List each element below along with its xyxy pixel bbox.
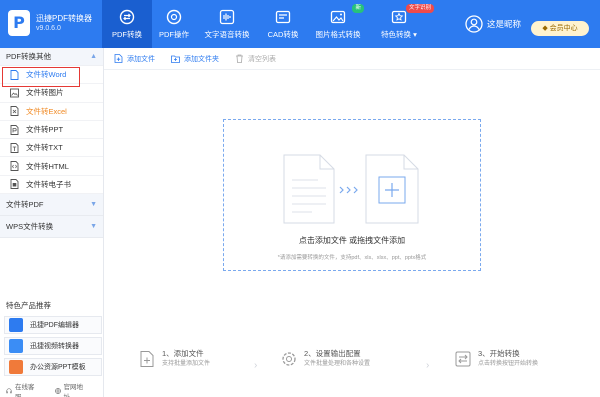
sidebar-item-html[interactable]: 文件转HTML (0, 157, 103, 176)
audio-wave-icon (219, 9, 235, 24)
ocr-badge: 文字识别 (405, 4, 434, 13)
tab-label: PDF转换 (112, 29, 142, 39)
settings-gear-icon (282, 352, 296, 366)
tab-label: CAD转换 (267, 29, 299, 39)
app-logo-icon: P (8, 10, 30, 36)
step-output-settings: 2、设置输出配置 文件批量处理和各种设置 (280, 348, 370, 369)
sidebar-item-ppt[interactable]: 文件转PPT (0, 121, 103, 140)
feature-icon (391, 10, 407, 23)
sync-icon (119, 9, 135, 24)
ebook-file-icon (10, 179, 19, 190)
website-link[interactable]: 官网地址 (54, 381, 94, 397)
file-toolbar: 添加文件 添加文件夹 清空列表 (104, 48, 600, 70)
app-name: 迅捷PDF转换器 (36, 14, 92, 23)
clear-list-button[interactable]: 清空列表 (235, 54, 276, 64)
pdf-gear-icon (166, 9, 182, 24)
step-arrow-icon: › (426, 360, 430, 371)
add-file-icon (114, 54, 123, 63)
ppt-template-icon (9, 360, 23, 374)
sidebar-item-image[interactable]: 文件转图片 (0, 84, 103, 103)
add-document-icon (140, 351, 154, 367)
cad-icon (275, 10, 291, 23)
add-folder-button[interactable]: 添加文件夹 (171, 54, 219, 64)
chevron-down-icon: ▼ (90, 223, 97, 231)
recommend-ppt-templates[interactable]: 办公资源PPT模板 (4, 358, 102, 376)
recommend-pdf-editor[interactable]: 迅捷PDF编辑器 (4, 316, 102, 334)
headset-icon (6, 388, 12, 394)
image-file-icon (10, 88, 19, 98)
nickname: 这是昵称 (487, 19, 522, 29)
ppt-file-icon (10, 124, 19, 135)
app-version: v9.0.6.0 (36, 25, 61, 32)
video-converter-icon (9, 339, 23, 353)
trash-icon (236, 54, 243, 63)
file-drop-zone[interactable]: 点击添加文件 或拖拽文件添加 *请添加需要转换的文件，支持pdf、xls、xls… (223, 119, 481, 271)
diamond-icon: ◆ (542, 25, 550, 32)
step-add-file: 1、添加文件 支持批量添加文件 (138, 348, 210, 369)
document-icon (10, 69, 19, 80)
drop-illustration-icon (283, 154, 419, 224)
drop-zone-hint: *请添加需要转换的文件，支持pdf、xls、xlsx、ppt、pptx格式 (277, 255, 427, 261)
tab-label: PDF操作 (159, 29, 189, 39)
tab-text-speech[interactable]: 文字语音转换 (196, 0, 258, 48)
convert-icon (455, 351, 471, 367)
recommend-video-converter[interactable]: 迅捷视频转换器 (4, 337, 102, 355)
step-start-convert: 3、开始转换 点击转换按钮开始转换 (454, 348, 538, 369)
sidebar-group-wps[interactable]: WPS文件转换 ▼ (0, 216, 103, 239)
sidebar: PDF转换其他 ▲ 文件转Word 文件转图片 文件转Excel 文件转PPT … (0, 48, 104, 397)
online-service-link[interactable]: 在线客服 (6, 381, 45, 397)
sidebar-item-word[interactable]: 文件转Word (0, 66, 103, 85)
html-file-icon (10, 161, 19, 172)
drop-zone-text: 点击添加文件 或拖拽文件添加 (298, 236, 406, 245)
tab-label: 图片格式转换 (315, 29, 361, 39)
globe-icon (54, 388, 61, 394)
top-bar: P 迅捷PDF转换器 v9.0.6.0 PDF转换 PDF操作 文字语音转换 C… (0, 0, 600, 48)
pdf-editor-icon (9, 318, 23, 332)
sidebar-item-excel[interactable]: 文件转Excel (0, 103, 103, 121)
sidebar-item-ebook[interactable]: 文件转电子书 (0, 176, 103, 195)
tab-pdf-operation[interactable]: PDF操作 (152, 0, 196, 48)
sidebar-item-txt[interactable]: 文件转TXT (0, 139, 103, 158)
excel-file-icon (10, 106, 19, 117)
brand: P 迅捷PDF转换器 v9.0.6.0 (0, 0, 100, 48)
chevron-up-icon: ▲ (90, 53, 97, 60)
step-arrow-icon: › (254, 360, 258, 371)
image-icon (330, 10, 346, 23)
user-icon (465, 15, 483, 33)
member-center-button[interactable]: ◆ 会员中心 (531, 21, 589, 36)
add-folder-icon (171, 55, 180, 63)
tab-cad-convert[interactable]: CAD转换 (258, 0, 308, 48)
bottom-links: 在线客服 官网地址 (6, 381, 103, 397)
steps-bar: 1、添加文件 支持批量添加文件 › 2、设置输出配置 文件批量处理和各种设置 ›… (120, 348, 590, 388)
tab-image-convert[interactable]: 新 图片格式转换 (308, 0, 368, 48)
tab-label: 特色转换 ▾ (381, 29, 417, 39)
txt-file-icon (10, 142, 19, 153)
chevron-down-icon: ▼ (90, 201, 97, 209)
tab-feature-convert[interactable]: 文字识别 特色转换 ▾ (368, 0, 434, 48)
tab-pdf-convert[interactable]: PDF转换 (102, 0, 152, 48)
sidebar-section-header[interactable]: PDF转换其他 ▲ (0, 48, 103, 66)
main-nav: PDF转换 PDF操作 文字语音转换 CAD转换 新 图片格式转换 文字识别 特… (102, 0, 434, 48)
recommend-title: 特色产品推荐 (6, 301, 51, 310)
login-button[interactable]: 这是昵称 (465, 13, 521, 35)
new-badge: 新 (352, 4, 364, 13)
tab-label: 文字语音转换 (204, 29, 250, 39)
sidebar-group-to-pdf[interactable]: 文件转PDF ▼ (0, 194, 103, 217)
add-file-button[interactable]: 添加文件 (114, 54, 155, 64)
